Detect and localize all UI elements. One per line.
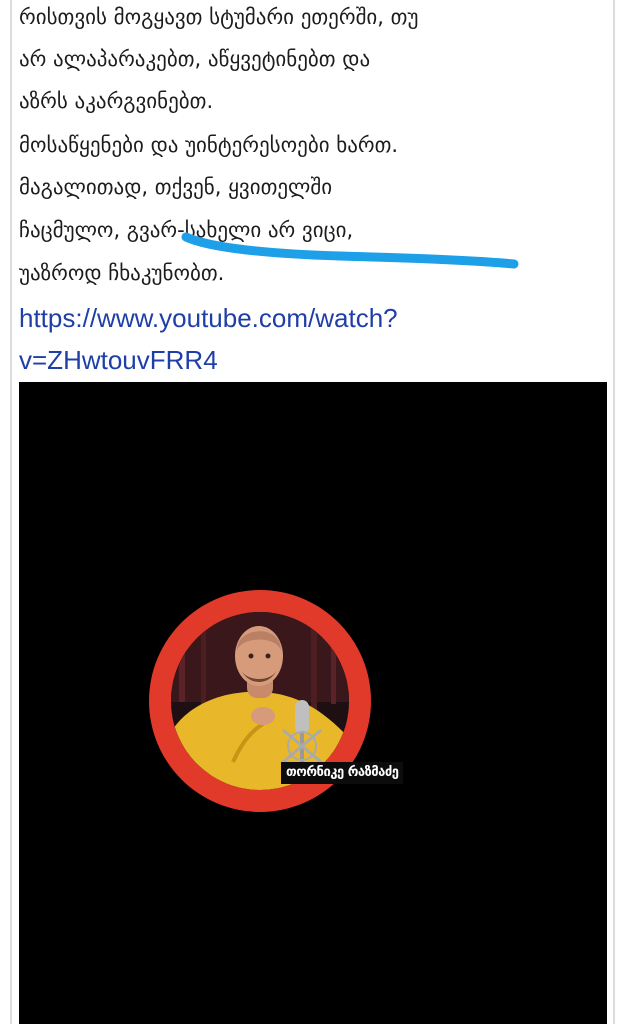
post-page: რისთვის მოგყავთ სტუმარი ეთერში, თუ არ ალ… [0, 0, 626, 1024]
post-text-line: აზრს აკარგვინებთ. [19, 89, 214, 113]
post-text-line: არ ალაპარაკებთ, აწყვეტინებთ და [19, 47, 371, 71]
post-text-line: მაგალითად, თქვენ, ყვითელში [19, 175, 333, 199]
video-embed[interactable]: თორნიკე რაზმაძე [19, 382, 607, 1024]
speaker-name-tag: თორნიკე რაზმაძე [281, 762, 404, 784]
youtube-link-continued[interactable]: v=ZHwtouvFRR4 [19, 339, 218, 381]
highlight-underline [181, 232, 519, 269]
left-divider [10, 0, 12, 1024]
right-divider [613, 0, 615, 1024]
post-text-line: მოსაწყენები და უინტერესოები ხართ. [19, 133, 399, 157]
youtube-link[interactable]: https://www.youtube.com/watch? [19, 297, 398, 339]
post-text-line: რისთვის მოგყავთ სტუმარი ეთერში, თუ [19, 5, 419, 29]
